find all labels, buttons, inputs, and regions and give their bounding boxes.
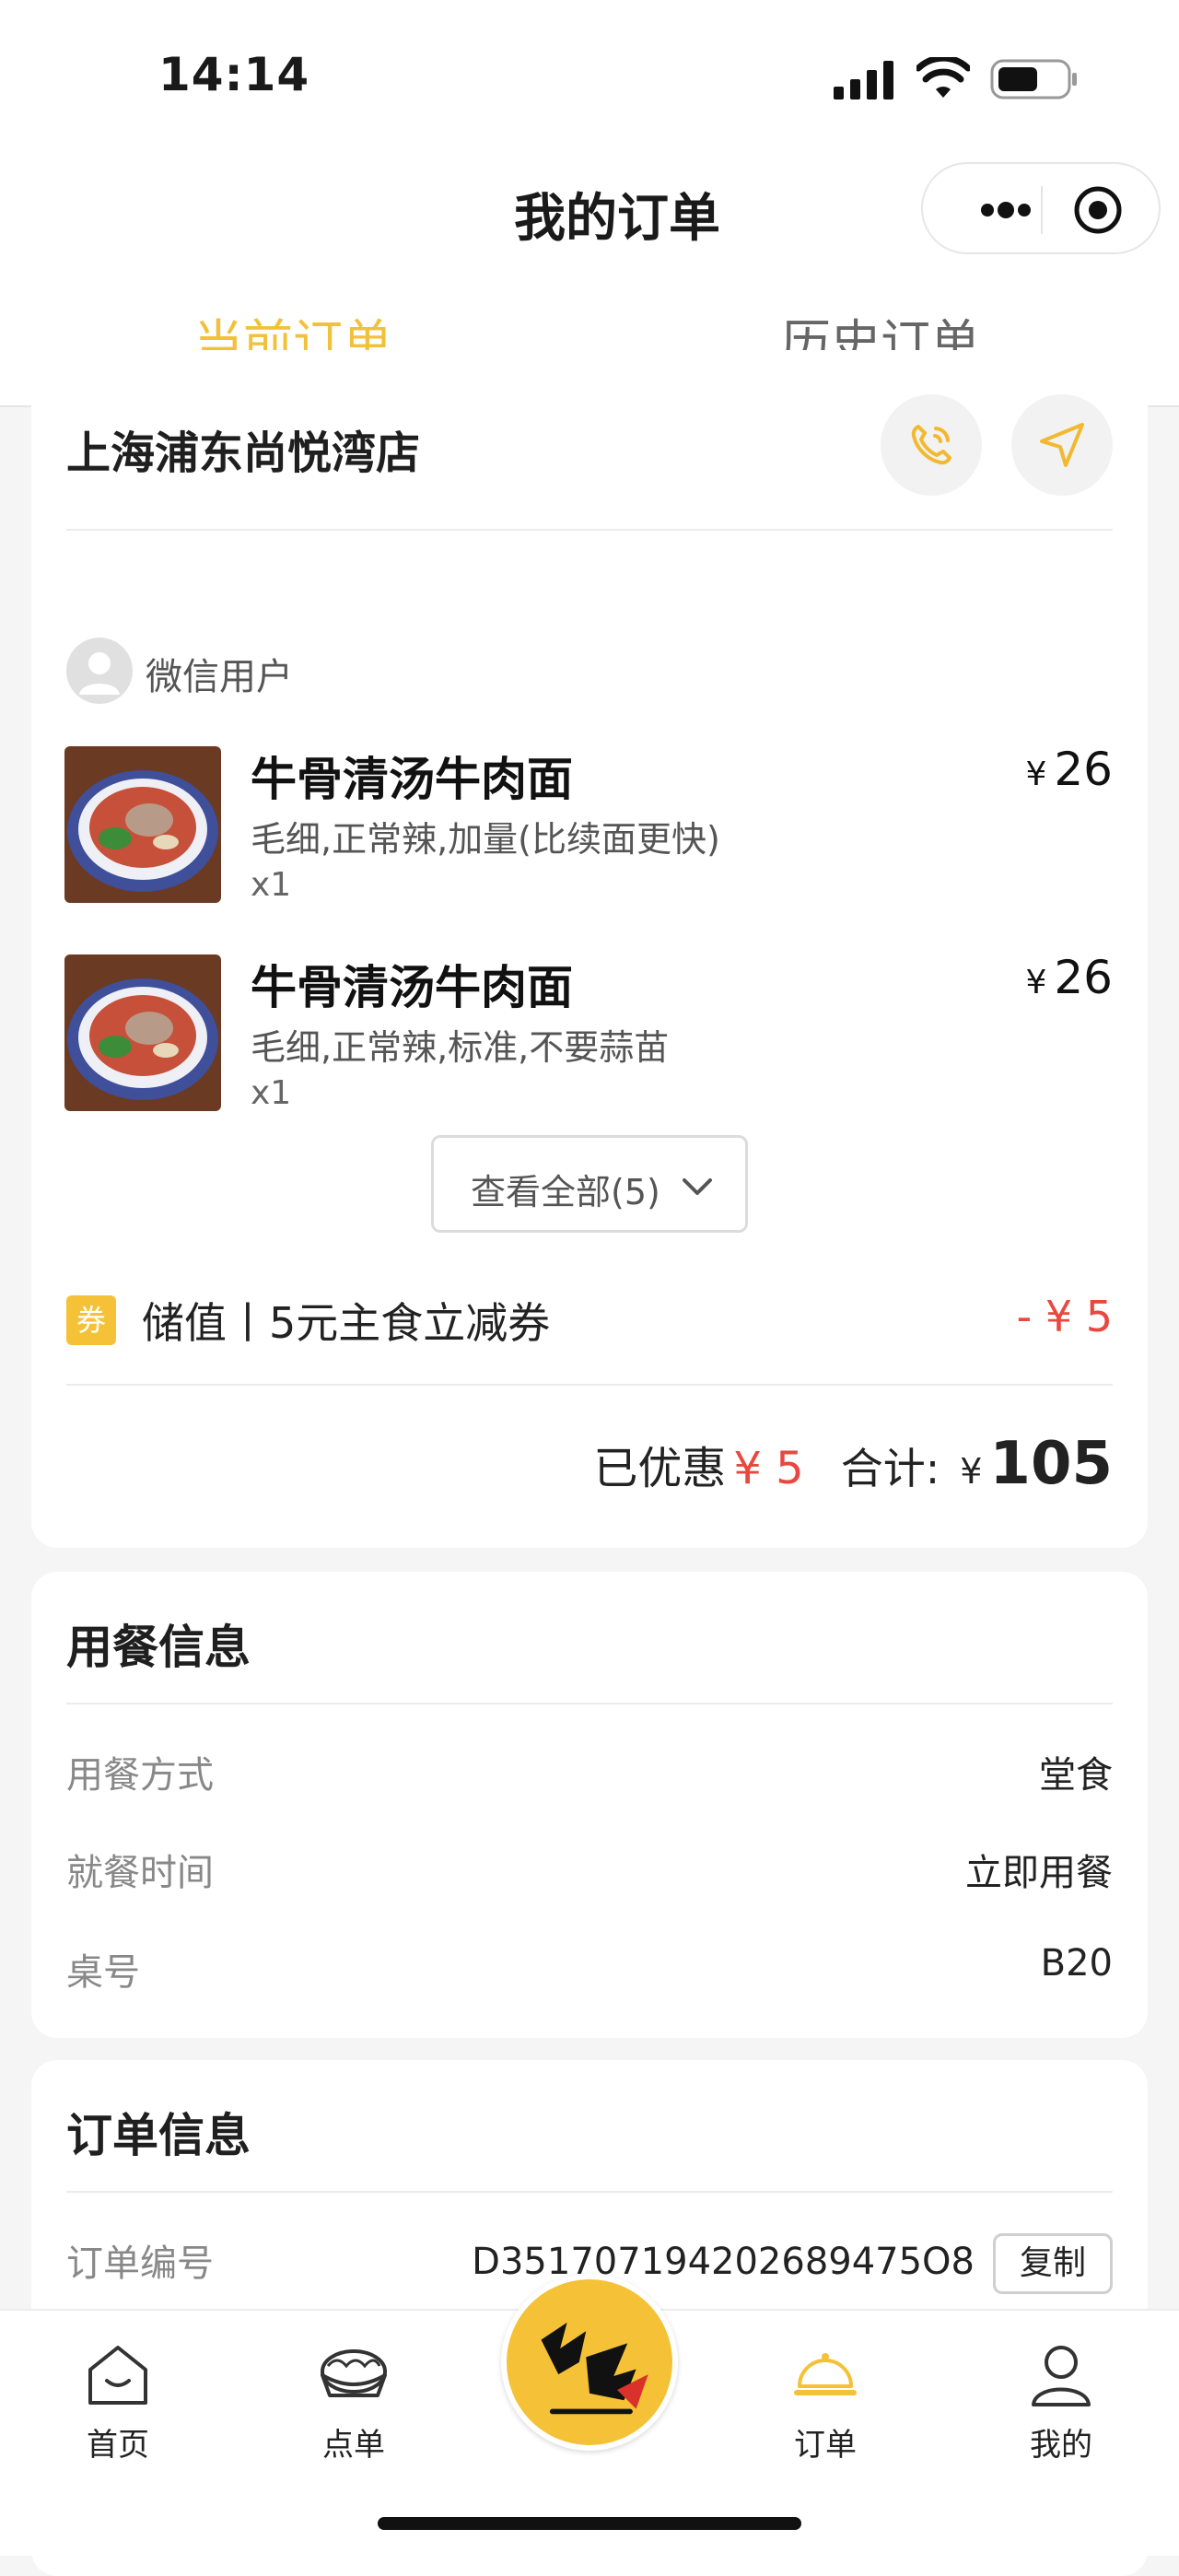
- coupon-text: 储值丨5元主食立减券: [142, 1298, 551, 1348]
- dish-price: ¥26: [1025, 743, 1113, 796]
- divider: [66, 1703, 1113, 1704]
- dish-quantity: x1: [251, 866, 292, 904]
- coupon-badge: 券: [66, 1295, 116, 1345]
- dish-spec: 毛细,正常辣,标准,不要蒜苗: [251, 1027, 670, 1068]
- section-title: 用餐信息: [66, 1621, 251, 1674]
- coupon-amount: - ¥ 5: [1016, 1292, 1113, 1341]
- tab-label: 订单: [794, 2427, 857, 2464]
- tab-home[interactable]: 首页: [44, 2338, 192, 2465]
- table-number-label: 桌号: [66, 1951, 140, 1994]
- navigation-arrow-icon: [1040, 423, 1084, 467]
- user-silhouette-icon: [79, 652, 120, 695]
- total-label: 合计:: [840, 1444, 940, 1493]
- user-name: 微信用户: [146, 656, 293, 698]
- top-bar: 14:14 我的订单 当前订单 历史订单: [0, 0, 1179, 405]
- tab-label: 首页: [87, 2427, 149, 2464]
- store-name: 上海浦东尚悦湾店: [66, 427, 421, 479]
- section-title: 订单信息: [66, 2109, 251, 2162]
- more-icon[interactable]: [960, 193, 1052, 227]
- dining-mode-label: 用餐方式: [66, 1754, 214, 1797]
- tab-label: 点单: [322, 2427, 385, 2464]
- brand-logo-button[interactable]: [501, 2274, 678, 2451]
- dining-time-label: 就餐时间: [66, 1852, 214, 1894]
- dish-quantity: x1: [251, 1074, 292, 1112]
- tab-profile[interactable]: 我的: [987, 2338, 1135, 2465]
- signal-icon: [834, 61, 893, 100]
- dish-name: 牛骨清汤牛肉面: [251, 961, 573, 1014]
- user-icon: [1032, 2346, 1091, 2406]
- view-all-label: 查看全部(5): [471, 1172, 660, 1212]
- order-number-label: 订单编号: [66, 2242, 214, 2285]
- navigate-store-button[interactable]: [1011, 394, 1113, 496]
- home-icon: [88, 2346, 147, 2405]
- copy-button[interactable]: 复制: [993, 2233, 1113, 2294]
- cloche-icon: [794, 2353, 857, 2395]
- saved-label: 已优惠: [593, 1443, 727, 1494]
- miniprogram-capsule: [921, 162, 1161, 254]
- order-total: 已优惠 ¥ 5 合计: ¥ 105: [593, 1430, 1113, 1504]
- divider: [66, 1384, 1113, 1386]
- dining-mode-value: 堂食: [1039, 1754, 1113, 1797]
- divider: [66, 2191, 1113, 2193]
- wifi-icon: [916, 57, 970, 98]
- chevron-down-icon: [683, 1178, 712, 1195]
- view-all-button[interactable]: 查看全部(5): [431, 1135, 748, 1233]
- dish-name: 牛骨清汤牛肉面: [251, 753, 573, 806]
- order-number-value: D351707194202689475O8: [472, 2241, 975, 2283]
- dish-spec: 毛细,正常辣,加量(比续面更快): [251, 819, 720, 860]
- capsule-divider: [1041, 186, 1043, 234]
- tab-orders[interactable]: 订单: [752, 2338, 899, 2465]
- close-miniprogram-icon[interactable]: [1072, 184, 1124, 236]
- brand-logo: [511, 2284, 668, 2441]
- noodle-bowl-icon: [321, 2349, 387, 2397]
- avatar: [66, 638, 133, 704]
- tab-label: 我的: [1030, 2427, 1092, 2464]
- status-time: 14:14: [158, 48, 310, 101]
- total-currency: ¥: [960, 1451, 983, 1492]
- dining-time-value: 立即用餐: [965, 1852, 1113, 1894]
- dish-image: [64, 954, 221, 1111]
- battery-icon: [990, 59, 1077, 100]
- home-indicator: [378, 2517, 801, 2530]
- divider: [66, 529, 1113, 531]
- call-store-button[interactable]: [881, 394, 982, 496]
- dish-image: [64, 746, 221, 903]
- total-value: 105: [989, 1430, 1113, 1498]
- table-number-value: B20: [1040, 1942, 1113, 1985]
- dish-price: ¥26: [1025, 951, 1113, 1004]
- saved-value: ¥ 5: [733, 1443, 804, 1494]
- tab-order-food[interactable]: 点单: [280, 2338, 427, 2465]
- phone-icon: [911, 425, 951, 465]
